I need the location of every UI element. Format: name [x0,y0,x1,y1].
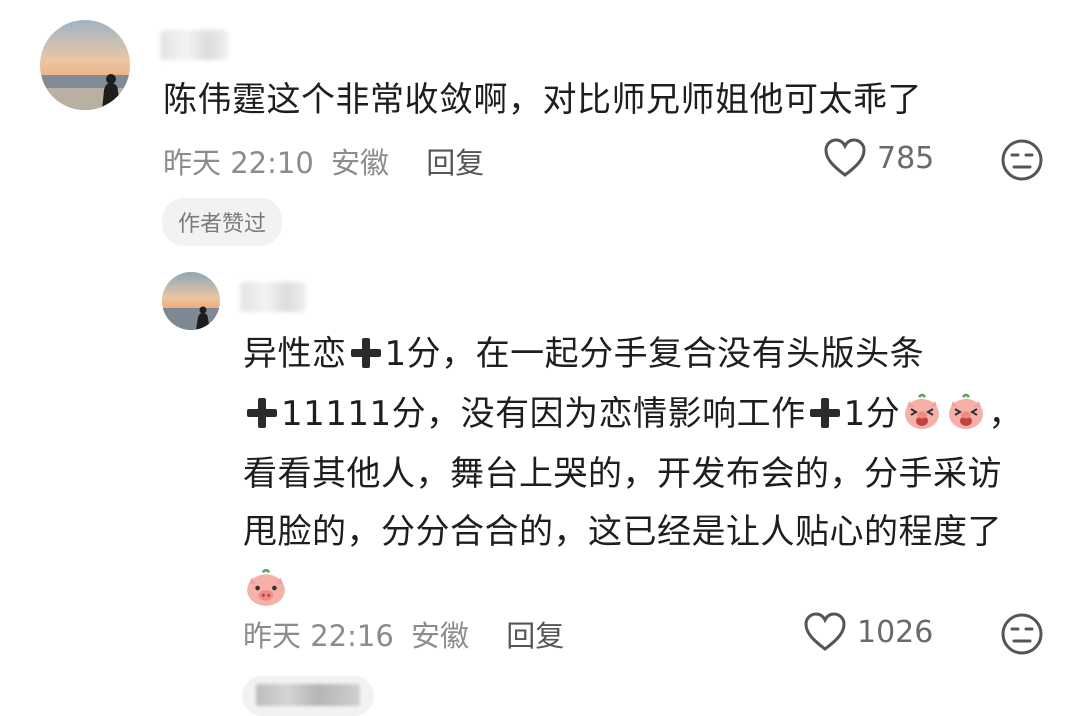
reply-location: 安徽 [411,619,470,653]
reply-text: 异性恋 1分，在一起分手复合没有头版头条 11111分，没有因为恋情影响工作 1分 … [243,326,1023,618]
avatar[interactable] [40,20,130,110]
comment-time: 昨天 22:10 [163,146,314,180]
reply-line-2-part-b: 1分 [843,394,901,434]
pig-laughing-emoji [905,393,940,429]
like-button[interactable]: 785 [823,138,934,178]
reply-button[interactable]: 回复 [426,146,484,180]
neutral-face-icon [1001,613,1043,655]
reply-time: 昨天 22:16 [243,619,394,653]
comment-text: 陈伟霆这个非常收敛啊，对比师兄师姐他可太乖了 [163,80,922,120]
heart-outline-icon [824,138,866,177]
heavy-plus-icon [809,398,840,428]
heart-outline-icon [804,612,846,651]
reply-meta: 昨天 22:16 安徽 回复 [243,613,564,655]
heavy-plus-icon [247,398,277,428]
username-blurred[interactable] [160,30,228,60]
reply-line-2: 11111分，没有因为恋情影响工作 1分 ， [243,386,1023,442]
reply-avatar[interactable] [162,272,220,330]
dislike-button[interactable] [1000,138,1044,186]
reply-line-1-part-b: 1分，在一起分手复合没有头版头条 [384,334,925,374]
like-count: 785 [877,140,935,176]
reply-reply-button[interactable]: 回复 [506,619,564,653]
reply-line-5 [243,562,1023,618]
reply-like-count: 1026 [857,614,934,650]
comment-meta: 昨天 22:10 安徽 回复 [163,140,484,182]
reply-line-2-part-c: ， [988,394,1023,434]
neutral-face-icon [1001,139,1043,181]
author-liked-badge: 作者赞过 [162,198,283,246]
reply-line-1: 异性恋 1分，在一起分手复合没有头版头条 [243,326,1023,382]
reply-line-1-part-a: 异性恋 [243,334,347,374]
reply-username-blurred[interactable] [240,282,306,312]
reply-like-button[interactable]: 1026 [803,612,933,652]
comment-location: 安徽 [331,146,390,180]
pig-face-emoji [247,568,285,606]
reply-line-3: 看看其他人，舞台上哭的，开发布会的，分手采访 [243,454,1002,494]
reply-badge-cutoff [242,676,374,716]
heavy-plus-icon [350,338,381,368]
reply-line-4: 甩脸的，分分合合的，这已经是让人贴心的程度了 [243,512,1002,552]
reply-dislike-button[interactable] [1000,612,1044,660]
reply-line-2-part-a: 11111分，没有因为恋情影响工作 [281,394,806,434]
pig-laughing-emoji [949,393,984,429]
blurred-badge-text [256,684,360,706]
